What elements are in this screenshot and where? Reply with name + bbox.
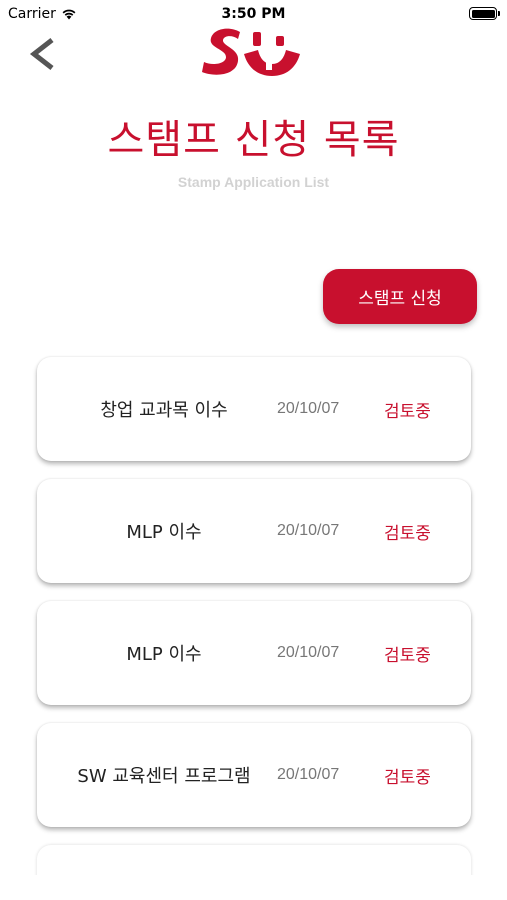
application-status: 검토중 bbox=[384, 523, 431, 544]
chevron-left-icon bbox=[29, 38, 54, 70]
sw-logo bbox=[202, 28, 300, 76]
stamp-apply-button[interactable]: 스탬프 신청 bbox=[323, 269, 477, 324]
application-name: SW 교육센터 프로그램 bbox=[77, 766, 251, 787]
application-card-partial[interactable] bbox=[37, 845, 471, 875]
application-date: 20/10/07 bbox=[277, 400, 340, 417]
application-status: 검토중 bbox=[384, 401, 431, 422]
application-date: 20/10/07 bbox=[277, 644, 340, 661]
application-card[interactable]: SW 교육센터 프로그램 20/10/07 검토중 bbox=[37, 723, 471, 827]
application-name: 창업 교과목 이수 bbox=[100, 400, 228, 421]
screen: Carrier 3:50 PM 스탬프 신청 목록 Stamp Applicat… bbox=[0, 0, 507, 875]
page-subtitle: Stamp Application List bbox=[177, 174, 330, 190]
page-title: 스탬프 신청 목록 bbox=[107, 117, 400, 163]
back-button[interactable] bbox=[22, 34, 62, 74]
application-card[interactable]: 창업 교과목 이수 20/10/07 검토중 bbox=[37, 357, 471, 461]
application-date: 20/10/07 bbox=[277, 522, 340, 539]
battery-icon bbox=[469, 7, 500, 20]
application-status: 검토중 bbox=[384, 645, 431, 666]
application-card[interactable]: MLP 이수 20/10/07 검토중 bbox=[37, 479, 471, 583]
application-name: MLP 이수 bbox=[126, 522, 202, 543]
application-card[interactable]: MLP 이수 20/10/07 검토중 bbox=[37, 601, 471, 705]
clock: 3:50 PM bbox=[221, 6, 286, 22]
battery-fill bbox=[471, 9, 495, 18]
application-date: 20/10/07 bbox=[277, 766, 340, 783]
application-name: MLP 이수 bbox=[126, 644, 202, 665]
application-status: 검토중 bbox=[384, 767, 431, 788]
